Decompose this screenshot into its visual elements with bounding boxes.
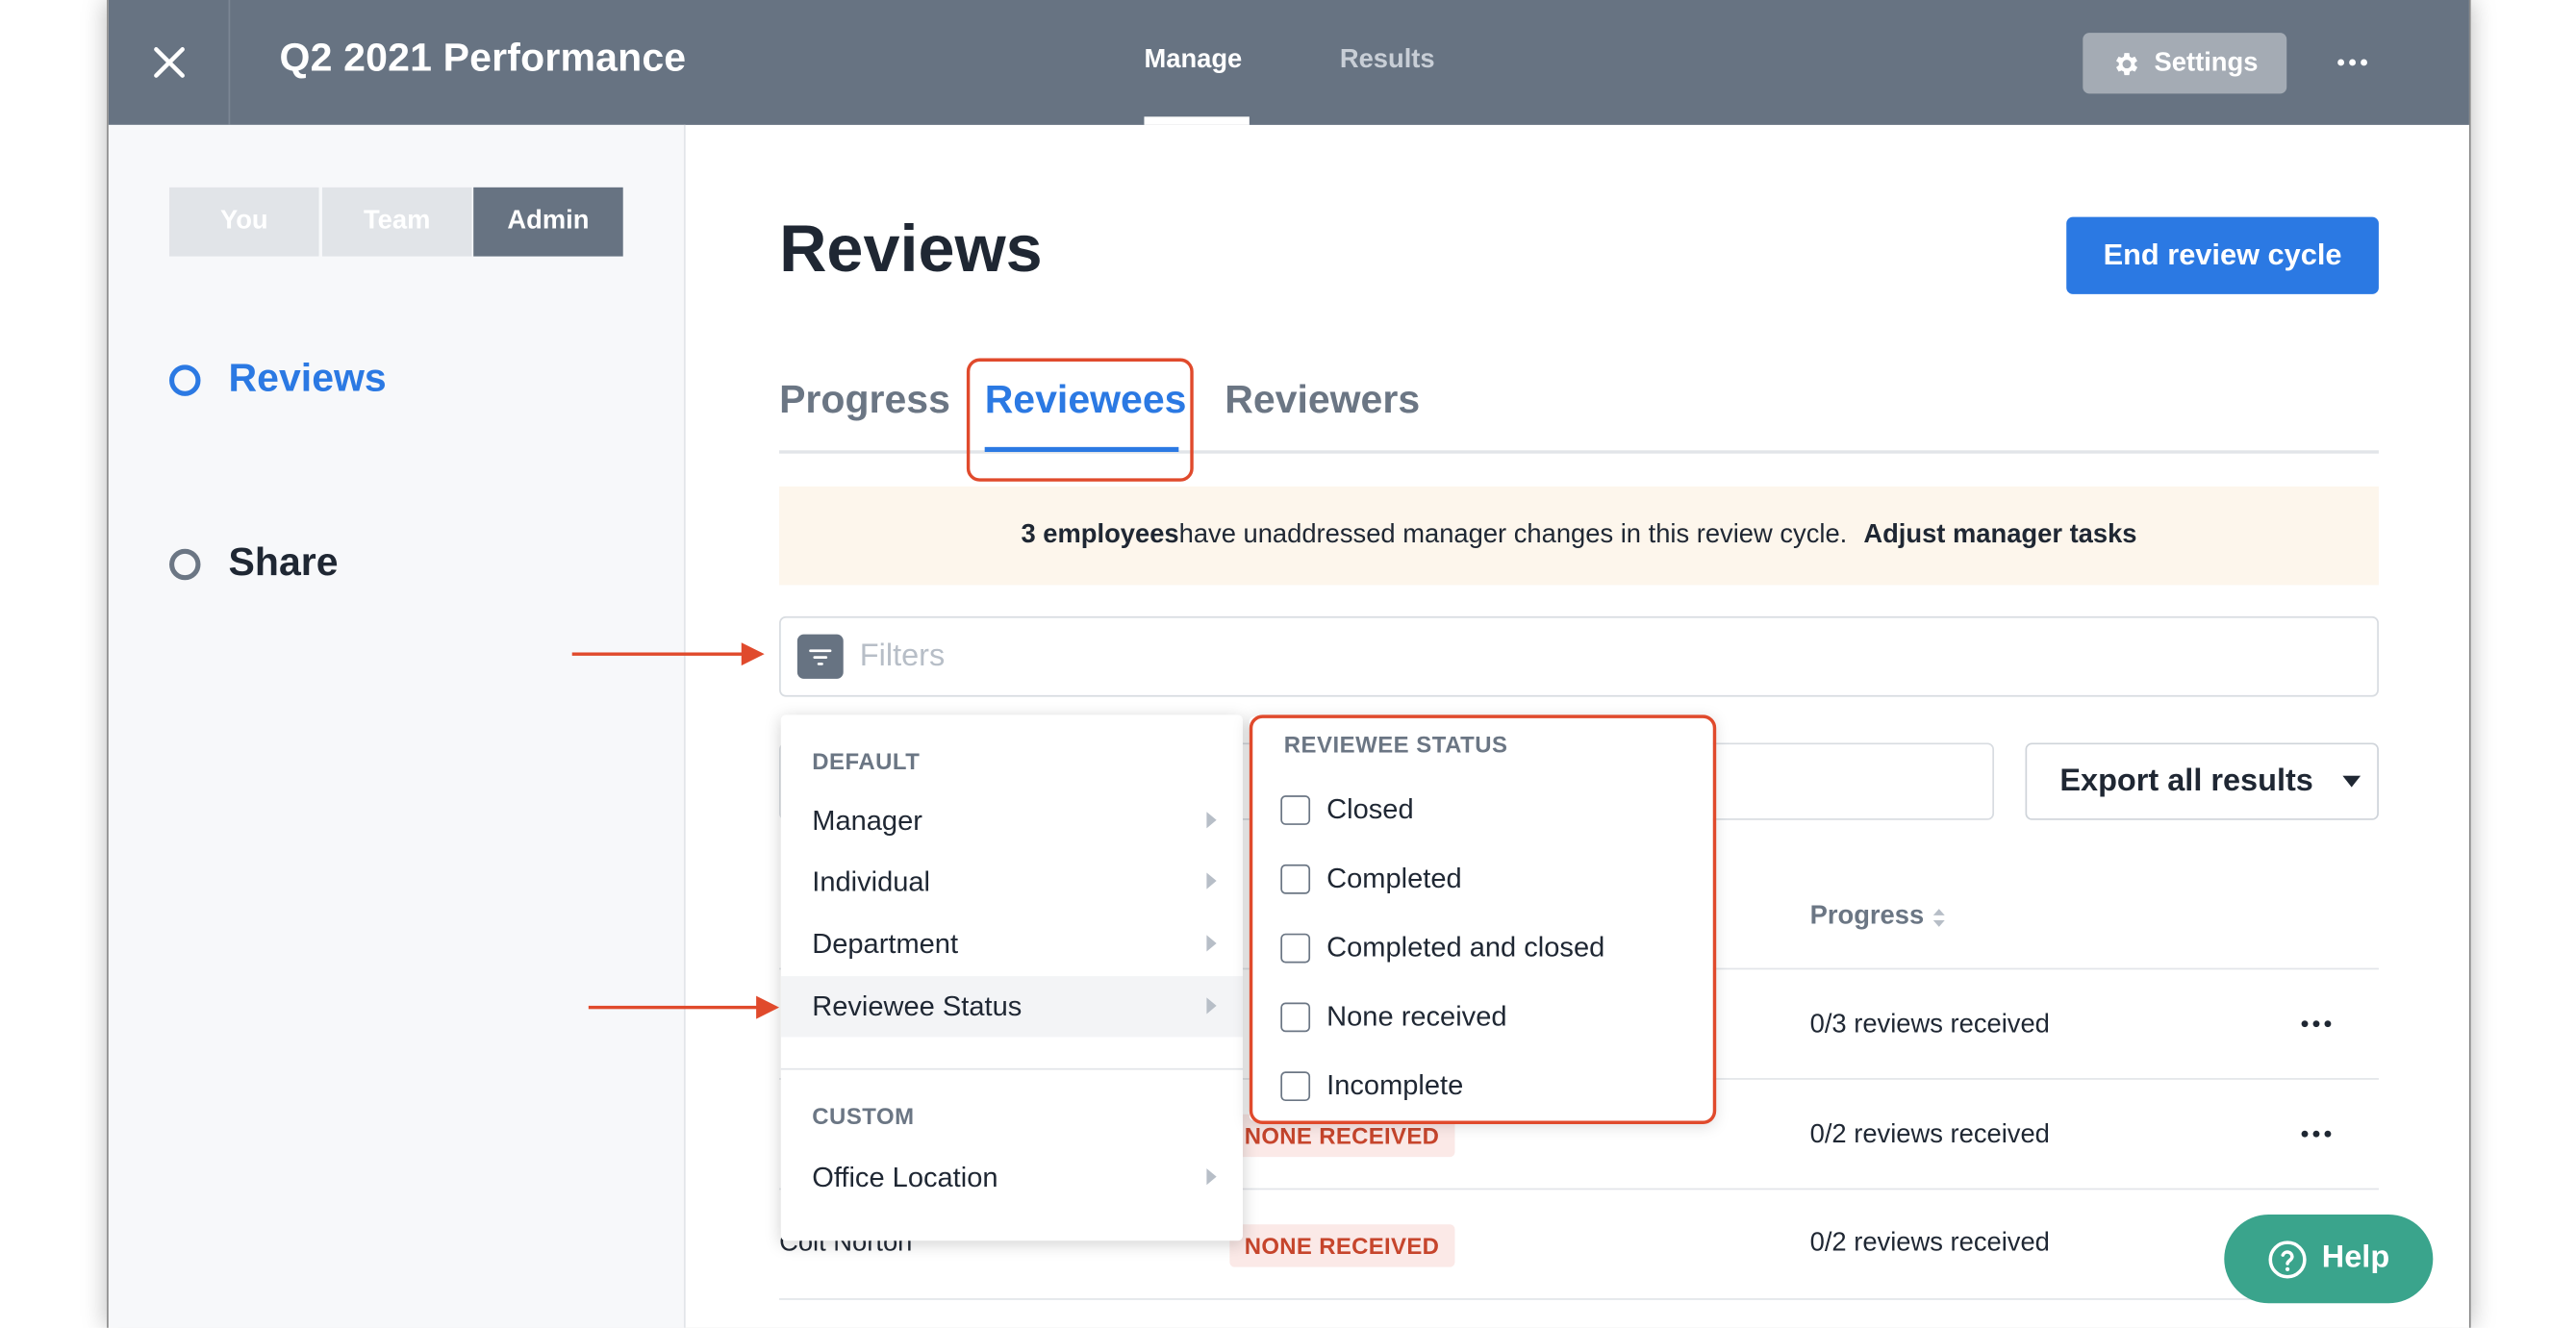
end-review-cycle-button[interactable]: End review cycle <box>2066 216 2379 294</box>
export-label: Export all results <box>2059 763 2313 798</box>
tab-manage[interactable]: Manage <box>1144 46 1242 76</box>
more-horizontal-icon <box>2301 1020 2332 1028</box>
annotation-highlight-status-menu <box>1249 714 1717 1124</box>
menu-item-label: Department <box>812 927 959 960</box>
sidebar-item-reviews[interactable]: Reviews <box>169 357 387 403</box>
segment-admin[interactable]: Admin <box>473 187 623 257</box>
export-all-results-button[interactable]: Export all results <box>2025 742 2379 820</box>
gear-icon <box>2116 52 2138 75</box>
menu-item-reviewee-status[interactable]: Reviewee Status <box>780 976 1244 1038</box>
menu-item-label: Office Location <box>812 1161 998 1192</box>
filter-icon[interactable] <box>796 634 844 679</box>
column-header-label: Progress <box>1809 902 1925 931</box>
sidebar-item-share[interactable]: Share <box>169 540 339 587</box>
menu-item-label: Manager <box>812 804 922 837</box>
tab-progress[interactable]: Progress <box>779 378 950 424</box>
row-progress: 0/2 reviews received <box>1809 1229 2050 1258</box>
annotation-highlight-tab <box>966 358 1194 482</box>
segment-team[interactable]: Team <box>321 187 472 257</box>
row-progress: 0/2 reviews received <box>1809 1120 2050 1149</box>
menu-item-manager[interactable]: Manager <box>781 790 1243 851</box>
more-horizontal-icon <box>2301 1130 2332 1138</box>
menu-divider <box>780 1067 1244 1070</box>
row-progress: 0/3 reviews received <box>1809 1011 2050 1040</box>
help-button[interactable]: Help <box>2224 1214 2434 1304</box>
chevron-right-icon <box>1206 1168 1217 1186</box>
filters-placeholder: Filters <box>859 639 946 674</box>
caret-down-icon <box>2342 775 2361 788</box>
banner-text: have unaddressed manager changes in this… <box>1178 520 1848 549</box>
chevron-right-icon <box>1206 935 1217 952</box>
tab-results[interactable]: Results <box>1340 46 1435 76</box>
more-horizontal-icon <box>2337 59 2367 66</box>
chevron-right-icon <box>1206 812 1217 829</box>
sidebar: You Team Admin Reviews Share <box>108 124 686 1328</box>
menu-item-department[interactable]: Department <box>781 914 1243 974</box>
more-options-button[interactable] <box>2328 42 2377 82</box>
app-window: Q2 2021 Performance Manage Results Setti… <box>107 0 2471 1328</box>
filters-input[interactable]: Filters <box>779 615 2379 697</box>
page-title: Q2 2021 Performance <box>279 36 687 81</box>
tab-reviewers[interactable]: Reviewers <box>1225 378 1420 424</box>
annotation-arrow-reviewee-status <box>588 995 780 1019</box>
row-more-button[interactable] <box>2301 1020 2332 1028</box>
column-header-progress[interactable]: Progress <box>1810 902 1946 932</box>
sidebar-item-label: Share <box>228 540 339 586</box>
step-ring-icon <box>169 547 201 580</box>
manager-changes-banner: 3 employees have unaddressed manager cha… <box>779 486 2379 586</box>
top-bar: Q2 2021 Performance Manage Results Setti… <box>108 0 2469 125</box>
question-circle-icon <box>2269 1240 2308 1278</box>
filter-category-menu: DEFAULT Manager Individual Department Re… <box>780 714 1244 1241</box>
sort-icon <box>1933 908 1946 927</box>
menu-item-label: Individual <box>812 864 931 897</box>
menu-heading-custom: CUSTOM <box>812 1102 915 1130</box>
reviews-heading: Reviews <box>779 213 1043 287</box>
sidebar-item-label: Reviews <box>228 356 387 401</box>
row-more-button[interactable] <box>2301 1130 2332 1138</box>
close-button[interactable] <box>109 0 231 125</box>
close-icon <box>153 47 185 78</box>
banner-count: 3 employees <box>1021 520 1179 549</box>
settings-button[interactable]: Settings <box>2083 33 2287 94</box>
adjust-manager-tasks-link[interactable]: Adjust manager tasks <box>1863 521 2136 551</box>
chevron-right-icon <box>1206 997 1217 1015</box>
chevron-right-icon <box>1206 872 1217 890</box>
segment-you[interactable]: You <box>169 187 319 257</box>
menu-heading-default: DEFAULT <box>812 747 921 774</box>
menu-item-label: Reviewee Status <box>812 990 1023 1022</box>
status-badge: NONE RECEIVED <box>1229 1224 1454 1267</box>
step-ring-icon <box>169 363 201 396</box>
menu-item-office-location[interactable]: Office Location <box>781 1147 1243 1208</box>
tab-manage-underline <box>1144 116 1250 125</box>
annotation-arrow-filters <box>571 642 765 666</box>
row-divider <box>779 1298 2379 1300</box>
menu-item-individual[interactable]: Individual <box>781 851 1243 912</box>
help-label: Help <box>2321 1240 2390 1276</box>
settings-label: Settings <box>2154 48 2259 77</box>
